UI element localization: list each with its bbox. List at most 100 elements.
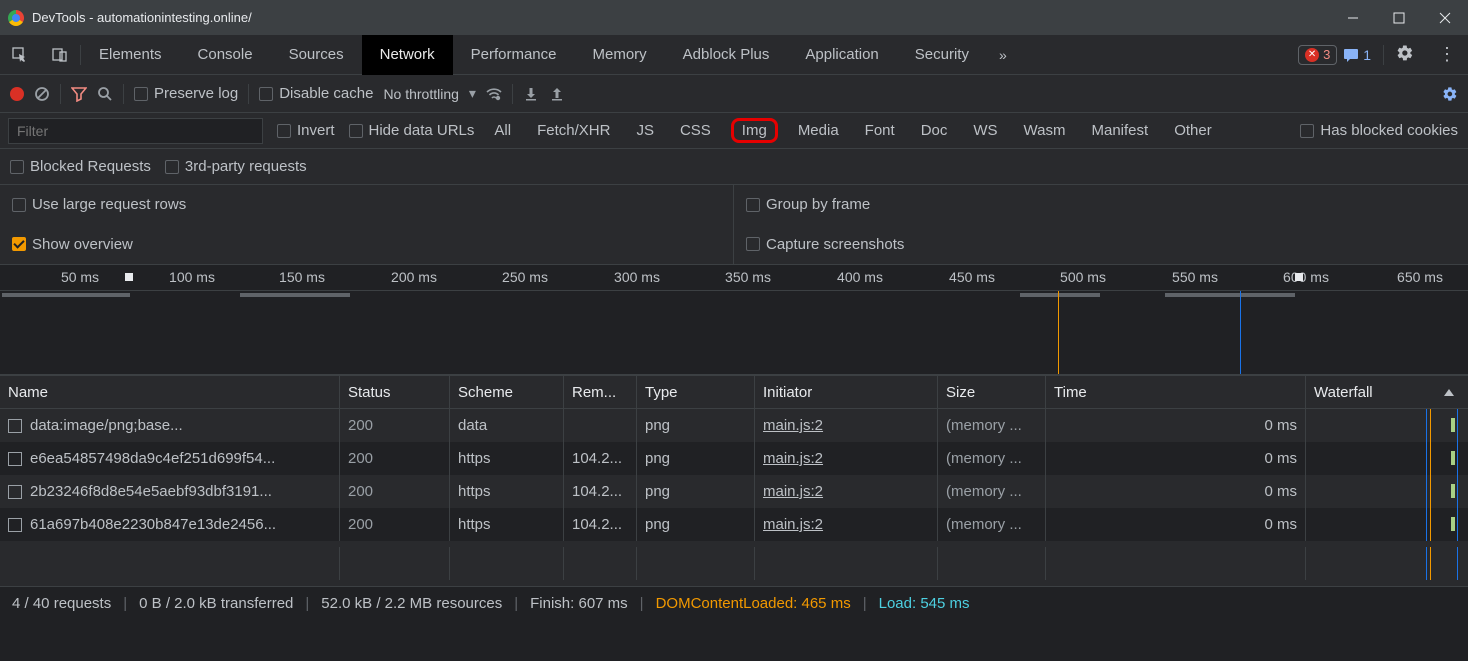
cell-status: 200 bbox=[340, 409, 450, 442]
large-rows-checkbox[interactable]: Use large request rows bbox=[12, 196, 186, 213]
filter-input[interactable] bbox=[8, 118, 263, 144]
show-overview-checkbox[interactable]: Show overview bbox=[12, 236, 133, 253]
filter-type-img[interactable]: Img bbox=[731, 118, 778, 143]
filter-type-font[interactable]: Font bbox=[859, 120, 901, 141]
tab-network[interactable]: Network bbox=[362, 35, 453, 75]
disable-cache-checkbox[interactable]: Disable cache bbox=[259, 85, 373, 102]
filter-type-doc[interactable]: Doc bbox=[915, 120, 954, 141]
import-har-icon[interactable] bbox=[523, 86, 539, 102]
network-settings-icon[interactable] bbox=[1442, 86, 1458, 102]
clear-icon[interactable] bbox=[34, 86, 50, 102]
errors-badge[interactable]: ✕3 bbox=[1298, 45, 1337, 65]
cell-initiator[interactable]: main.js:2 bbox=[755, 442, 938, 475]
tab-performance[interactable]: Performance bbox=[453, 35, 575, 75]
window-maximize-button[interactable] bbox=[1376, 0, 1422, 35]
more-icon[interactable]: ⋮ bbox=[1426, 44, 1468, 65]
column-remote[interactable]: Rem... bbox=[564, 376, 637, 408]
blocked-requests-checkbox[interactable]: Blocked Requests bbox=[10, 158, 151, 175]
column-waterfall[interactable]: Waterfall bbox=[1306, 376, 1468, 408]
third-party-checkbox[interactable]: 3rd-party requests bbox=[165, 158, 307, 175]
column-size[interactable]: Size bbox=[938, 376, 1046, 408]
device-toolbar-icon[interactable] bbox=[40, 35, 80, 75]
filter-type-manifest[interactable]: Manifest bbox=[1086, 120, 1155, 141]
cell-waterfall bbox=[1306, 442, 1468, 475]
cell-scheme: https bbox=[450, 442, 564, 475]
filter-type-wasm[interactable]: Wasm bbox=[1018, 120, 1072, 141]
filter-type-ws[interactable]: WS bbox=[967, 120, 1003, 141]
status-bar: 4 / 40 requests | 0 B / 2.0 kB transferr… bbox=[0, 586, 1468, 619]
cell-size: (memory ... bbox=[938, 409, 1046, 442]
column-type[interactable]: Type bbox=[637, 376, 755, 408]
group-by-frame-checkbox[interactable]: Group by frame bbox=[746, 196, 870, 213]
filter-type-css[interactable]: CSS bbox=[674, 120, 717, 141]
column-scheme[interactable]: Scheme bbox=[450, 376, 564, 408]
record-button[interactable] bbox=[10, 87, 24, 101]
domcontentloaded-marker bbox=[1058, 291, 1059, 374]
tab-adblock[interactable]: Adblock Plus bbox=[665, 35, 788, 75]
has-blocked-cookies-checkbox[interactable]: Has blocked cookies bbox=[1300, 122, 1458, 139]
preserve-log-checkbox[interactable]: Preserve log bbox=[134, 85, 238, 102]
column-name[interactable]: Name bbox=[0, 376, 340, 408]
hide-data-urls-checkbox[interactable]: Hide data URLs bbox=[349, 122, 475, 139]
footer-finish: Finish: 607 ms bbox=[530, 595, 628, 612]
cell-time: 0 ms bbox=[1046, 508, 1306, 541]
network-conditions-icon[interactable] bbox=[486, 86, 502, 102]
more-tabs-icon[interactable]: » bbox=[987, 47, 1019, 63]
window-close-button[interactable] bbox=[1422, 0, 1468, 35]
column-initiator[interactable]: Initiator bbox=[755, 376, 938, 408]
hide-data-label: Hide data URLs bbox=[369, 122, 475, 139]
screenshots-label: Capture screenshots bbox=[766, 236, 904, 253]
window-minimize-button[interactable] bbox=[1330, 0, 1376, 35]
cell-name: 61a697b408e2230b847e13de2456... bbox=[30, 516, 276, 533]
filter-type-fetch[interactable]: Fetch/XHR bbox=[531, 120, 616, 141]
tick: 350 ms bbox=[725, 269, 771, 285]
filter-type-media[interactable]: Media bbox=[792, 120, 845, 141]
column-status[interactable]: Status bbox=[340, 376, 450, 408]
tab-memory[interactable]: Memory bbox=[575, 35, 665, 75]
filter-type-js[interactable]: JS bbox=[630, 120, 660, 141]
tab-elements[interactable]: Elements bbox=[81, 35, 180, 75]
table-row[interactable]: data:image/png;base... 200 data png main… bbox=[0, 409, 1468, 442]
inspect-icon[interactable] bbox=[0, 35, 40, 75]
tab-console[interactable]: Console bbox=[180, 35, 271, 75]
group-frame-label: Group by frame bbox=[766, 196, 870, 213]
cell-type: png bbox=[637, 442, 755, 475]
tick: 150 ms bbox=[279, 269, 325, 285]
cell-waterfall bbox=[1306, 508, 1468, 541]
tab-application[interactable]: Application bbox=[787, 35, 896, 75]
settings-icon[interactable] bbox=[1384, 44, 1426, 65]
export-har-icon[interactable] bbox=[549, 86, 565, 102]
tab-security[interactable]: Security bbox=[897, 35, 987, 75]
cell-remote: 104.2... bbox=[564, 442, 637, 475]
filter-type-all[interactable]: All bbox=[488, 120, 517, 141]
timeline-ruler: 50 ms 100 ms 150 ms 200 ms 250 ms 300 ms… bbox=[0, 265, 1468, 291]
tab-sources[interactable]: Sources bbox=[271, 35, 362, 75]
cell-initiator[interactable]: main.js:2 bbox=[755, 508, 938, 541]
filter-icon[interactable] bbox=[71, 86, 87, 102]
grid-header: Name Status Scheme Rem... Type Initiator… bbox=[0, 375, 1468, 409]
timeline-handle-start[interactable] bbox=[125, 273, 133, 281]
filter-bar: Invert Hide data URLs All Fetch/XHR JS C… bbox=[0, 113, 1468, 149]
capture-screenshots-checkbox[interactable]: Capture screenshots bbox=[746, 236, 904, 253]
blocked-requests-label: Blocked Requests bbox=[30, 158, 151, 175]
invert-checkbox[interactable]: Invert bbox=[277, 122, 335, 139]
tick: 300 ms bbox=[614, 269, 660, 285]
search-icon[interactable] bbox=[97, 86, 113, 102]
table-row[interactable]: e6ea54857498da9c4ef251d699f54... 200 htt… bbox=[0, 442, 1468, 475]
cell-size: (memory ... bbox=[938, 475, 1046, 508]
table-row[interactable]: 2b23246f8d8e54e5aebf93dbf3191... 200 htt… bbox=[0, 475, 1468, 508]
column-time[interactable]: Time bbox=[1046, 376, 1306, 408]
cell-initiator[interactable]: main.js:2 bbox=[755, 475, 938, 508]
timeline-handle-end[interactable] bbox=[1295, 273, 1303, 281]
tick: 450 ms bbox=[949, 269, 995, 285]
large-rows-label: Use large request rows bbox=[32, 196, 186, 213]
table-row[interactable]: 61a697b408e2230b847e13de2456... 200 http… bbox=[0, 508, 1468, 541]
has-blocked-label: Has blocked cookies bbox=[1320, 122, 1458, 139]
filter-type-other[interactable]: Other bbox=[1168, 120, 1218, 141]
throttling-select[interactable]: No throttling▾ bbox=[383, 85, 476, 102]
cell-initiator[interactable]: main.js:2 bbox=[755, 409, 938, 442]
grid-body: data:image/png;base... 200 data png main… bbox=[0, 409, 1468, 586]
cell-time: 0 ms bbox=[1046, 475, 1306, 508]
messages-badge[interactable]: 1 bbox=[1343, 47, 1371, 63]
timeline-overview[interactable]: 50 ms 100 ms 150 ms 200 ms 250 ms 300 ms… bbox=[0, 265, 1468, 375]
